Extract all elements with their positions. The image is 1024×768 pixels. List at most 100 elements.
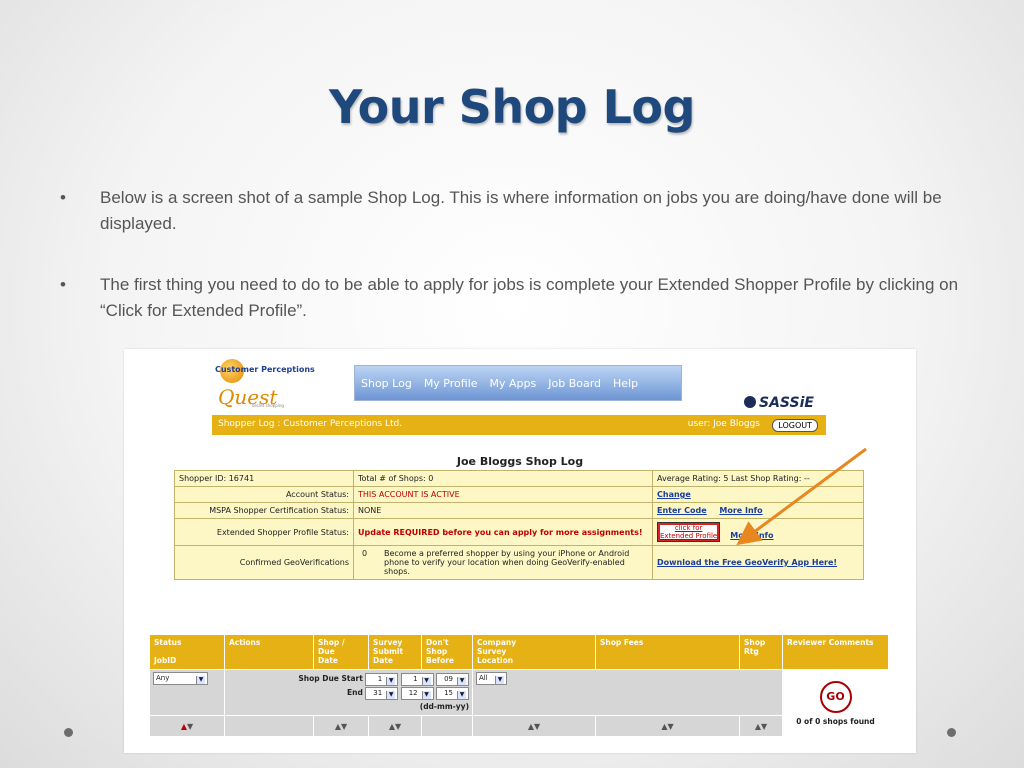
sassie-swirl-icon bbox=[744, 396, 756, 408]
end-month-value: 12 bbox=[408, 689, 418, 697]
sort-company[interactable]: ▲▼ bbox=[472, 715, 596, 737]
company-select[interactable]: All ▼ bbox=[476, 672, 507, 685]
slide-dot-right bbox=[947, 728, 956, 737]
nav-job-board[interactable]: Job Board bbox=[548, 377, 601, 390]
slide-dot-left bbox=[64, 728, 73, 737]
col-status[interactable]: Status JobID bbox=[149, 634, 225, 670]
nav-shop-log[interactable]: Shop Log bbox=[361, 377, 412, 390]
status-select[interactable]: Any ▼ bbox=[153, 672, 208, 685]
sort-status[interactable]: ▲▼ bbox=[149, 715, 225, 737]
account-status-actions: Change bbox=[652, 486, 864, 503]
mspa-more-info-link[interactable]: More Info bbox=[719, 506, 762, 515]
start-day-select[interactable]: 1 ▼ bbox=[365, 673, 399, 686]
shopper-info-table: Shopper ID: 16741 Total # of Shops: 0 Av… bbox=[174, 470, 864, 580]
end-row: End 31 ▼ 12 ▼ 15 ▼ bbox=[228, 686, 469, 700]
sassie-text: SASSiE bbox=[759, 395, 814, 411]
ext-profile-actions: click for Extended Profile More Info bbox=[652, 518, 864, 546]
geo-actions: Download the Free GeoVerify App Here! bbox=[652, 545, 864, 580]
geo-label: Confirmed GeoVerifications bbox=[174, 545, 354, 580]
sort-fees[interactable]: ▲▼ bbox=[595, 715, 740, 737]
sort-rtg[interactable]: ▲▼ bbox=[739, 715, 783, 737]
mspa-value: NONE bbox=[353, 502, 653, 519]
bullet-dot: • bbox=[60, 275, 66, 294]
end-month-select[interactable]: 12 ▼ bbox=[400, 687, 434, 700]
col-actions: Actions bbox=[224, 634, 314, 670]
geo-info: 0 Become a preferred shopper by using you… bbox=[353, 545, 653, 580]
top-nav: Shop Log My Profile My Apps Job Board He… bbox=[354, 365, 682, 401]
logo-sub: secret shopping bbox=[252, 403, 284, 408]
start-row: Shop Due Start 1 ▼ 1 ▼ 09 ▼ bbox=[228, 672, 469, 686]
log-title: Joe Bloggs Shop Log bbox=[456, 455, 584, 468]
sort-down-icon: ▼ bbox=[667, 721, 674, 731]
shopper-log-banner: Shopper Log : Customer Perceptions Ltd. … bbox=[212, 415, 826, 435]
col-shop-rtg[interactable]: Shop Rtg bbox=[739, 634, 783, 670]
mspa-label: MSPA Shopper Certification Status: bbox=[174, 502, 354, 519]
chevron-down-icon: ▼ bbox=[421, 691, 431, 699]
shop-log-screenshot: Customer Perceptions Quest secret shoppi… bbox=[124, 349, 916, 753]
change-link[interactable]: Change bbox=[657, 490, 691, 499]
extended-profile-button[interactable]: click for Extended Profile bbox=[657, 522, 721, 542]
sort-empty bbox=[421, 715, 473, 737]
mspa-actions: Enter Code More Info bbox=[652, 502, 864, 519]
sort-empty bbox=[224, 715, 314, 737]
sort-down-icon: ▼ bbox=[761, 721, 768, 731]
nav-my-profile[interactable]: My Profile bbox=[424, 377, 478, 390]
table-row: Confirmed GeoVerifications 0 Become a pre… bbox=[174, 545, 864, 580]
shopper-id: Shopper ID: 16741 bbox=[174, 470, 354, 487]
end-day-value: 31 bbox=[373, 689, 383, 697]
end-day-select[interactable]: 31 ▼ bbox=[365, 687, 399, 700]
go-button[interactable]: GO bbox=[819, 680, 852, 713]
sort-down-icon: ▼ bbox=[187, 721, 194, 731]
table-row: Extended Shopper Profile Status: Update … bbox=[174, 518, 864, 546]
geo-count: 0 bbox=[362, 549, 368, 558]
enter-code-link[interactable]: Enter Code bbox=[657, 506, 707, 515]
average-rating: Average Rating: 5 Last Shop Rating: -- bbox=[652, 470, 864, 487]
nav-my-apps[interactable]: My Apps bbox=[490, 377, 537, 390]
geoverify-download-link[interactable]: Download the Free GeoVerify App Here! bbox=[657, 558, 837, 567]
col-dont-shop-before[interactable]: Don't Shop Before bbox=[421, 634, 473, 670]
chevron-down-icon: ▼ bbox=[196, 676, 205, 684]
col-shop-fees[interactable]: Shop Fees bbox=[595, 634, 740, 670]
account-status-label: Account Status: bbox=[174, 486, 354, 503]
chevron-down-icon: ▼ bbox=[457, 677, 466, 685]
sassie-logo: SASSiE bbox=[744, 395, 814, 411]
ext-btn-bottom: Extended Profile bbox=[660, 532, 718, 540]
sort-due[interactable]: ▲▼ bbox=[313, 715, 369, 737]
date-filter: Shop Due Start 1 ▼ 1 ▼ 09 ▼ End 31 ▼ 12 ▼ 15 ▼… bbox=[228, 672, 469, 713]
date-filter-cell: Shop Due Start 1 ▼ 1 ▼ 09 ▼ End 31 ▼ 12 ▼ 15 ▼… bbox=[224, 669, 473, 716]
company-filter-cell: All ▼ bbox=[472, 669, 783, 716]
ext-profile-value: Update REQUIRED before you can apply for… bbox=[353, 518, 653, 546]
grid-header-row: Status JobID Actions Shop / Due Date Sur… bbox=[149, 634, 889, 670]
sort-down-icon: ▼ bbox=[395, 721, 402, 731]
quest-logo: Customer Perceptions Quest secret shoppi… bbox=[212, 355, 322, 413]
table-row: Account Status: THIS ACCOUNT IS ACTIVE C… bbox=[174, 486, 864, 503]
grid-filter-row: Any ▼ Shop Due Start 1 ▼ 1 ▼ 09 ▼ End 31 ▼ 12… bbox=[149, 669, 889, 737]
total-shops: Total # of Shops: 0 bbox=[353, 470, 653, 487]
start-month-value: 1 bbox=[413, 675, 418, 683]
account-status-value: THIS ACCOUNT IS ACTIVE bbox=[353, 486, 653, 503]
chevron-down-icon: ▼ bbox=[457, 691, 466, 699]
shops-grid: Status JobID Actions Shop / Due Date Sur… bbox=[149, 634, 889, 737]
status-filter-cell: Any ▼ bbox=[149, 669, 225, 716]
chevron-down-icon: ▼ bbox=[421, 677, 431, 685]
col-survey-submit-date[interactable]: Survey Submit Date bbox=[368, 634, 422, 670]
bullet-text: Below is a screen shot of a sample Shop … bbox=[100, 188, 942, 233]
sort-down-icon: ▼ bbox=[341, 721, 348, 731]
sort-submit[interactable]: ▲▼ bbox=[368, 715, 422, 737]
banner-user: user: Joe Bloggs bbox=[687, 419, 760, 429]
ext-more-info-link[interactable]: More Info bbox=[730, 531, 773, 540]
end-year-select[interactable]: 15 ▼ bbox=[436, 687, 469, 700]
col-reviewer-comments: Reviewer Comments bbox=[782, 634, 889, 670]
go-cell: GO 0 of 0 shops found bbox=[782, 669, 889, 737]
start-day-value: 1 bbox=[377, 675, 383, 683]
start-year-select[interactable]: 09 ▼ bbox=[436, 673, 469, 686]
start-month-select[interactable]: 1 ▼ bbox=[400, 673, 434, 686]
bullet-dot: • bbox=[60, 188, 66, 207]
col-shop-due-date[interactable]: Shop / Due Date bbox=[313, 634, 369, 670]
nav-help[interactable]: Help bbox=[613, 377, 638, 390]
company-select-value: All bbox=[479, 674, 488, 682]
col-company[interactable]: Company Survey Location bbox=[472, 634, 596, 670]
ext-profile-label: Extended Shopper Profile Status: bbox=[174, 518, 354, 546]
logout-button[interactable]: LOGOUT bbox=[772, 419, 818, 432]
bullet-item: • The first thing you need to do to be ab… bbox=[60, 272, 960, 324]
